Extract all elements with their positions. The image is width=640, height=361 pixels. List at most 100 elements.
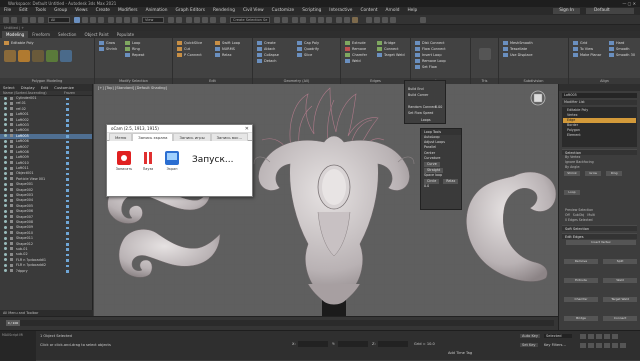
orbit-icon[interactable] — [612, 343, 618, 348]
edge-icon[interactable] — [18, 50, 30, 62]
unlink-icon[interactable] — [30, 17, 36, 23]
freeze-icon[interactable] — [66, 108, 69, 111]
freeze-icon[interactable] — [66, 167, 69, 171]
freeze-icon[interactable] — [66, 189, 69, 192]
z-coordinate-field[interactable] — [378, 341, 408, 347]
hard-button[interactable]: Hard — [609, 41, 624, 46]
chamfer-button[interactable]: Chamfer — [345, 53, 367, 58]
freeze-icon[interactable] — [66, 172, 69, 176]
axis-xy-icon[interactable] — [390, 17, 396, 23]
go-to-end-icon[interactable] — [612, 334, 618, 339]
scene-row[interactable]: ?dppry — [0, 269, 92, 274]
selection-filter-dropdown[interactable]: All — [48, 17, 70, 23]
stack-item[interactable]: Element — [563, 133, 636, 138]
repeat-button[interactable]: Repeat — [125, 53, 144, 58]
bridge-button[interactable]: Bridge — [377, 41, 395, 46]
freeze-icon[interactable] — [66, 226, 69, 230]
to-view-button[interactable]: To View — [573, 47, 593, 52]
insert-loop-button[interactable]: Insert Loop — [415, 53, 442, 58]
remove-button[interactable]: Remove — [345, 47, 366, 52]
build-end-item[interactable]: Build End — [408, 87, 424, 91]
visibility-icon[interactable] — [4, 231, 7, 235]
chamfer-button[interactable]: Chamfer — [564, 297, 598, 302]
shrink-button[interactable]: Shrink — [564, 171, 580, 176]
make-planar-button[interactable]: Make Planar — [573, 53, 601, 58]
tab-freeform[interactable]: Freeform — [28, 31, 54, 38]
use-displace-button[interactable]: Use Displace — [503, 53, 533, 58]
tab-modeling[interactable]: Modeling — [2, 31, 29, 38]
schematic-view-icon[interactable] — [318, 17, 324, 23]
preview-subobj-radio[interactable]: SubObj — [573, 213, 585, 217]
smooth-button[interactable]: Smooth — [609, 47, 630, 52]
split-button[interactable]: Split — [603, 259, 638, 264]
mirror-icon[interactable] — [274, 17, 280, 23]
visibility-icon[interactable] — [4, 258, 7, 262]
visibility-icon[interactable] — [4, 118, 7, 122]
freeze-icon[interactable] — [66, 232, 69, 235]
remove-button[interactable]: Remove — [564, 259, 598, 264]
visibility-icon[interactable] — [4, 198, 7, 202]
freeze-icon[interactable] — [66, 205, 69, 208]
element-icon[interactable] — [60, 50, 72, 62]
snaps-toggle-icon[interactable] — [186, 17, 192, 23]
smooth30-button[interactable]: Smooth 30 — [609, 53, 635, 58]
menu-content[interactable]: Content — [356, 7, 381, 15]
visibility-icon[interactable] — [4, 269, 7, 272]
tab-display[interactable]: Display — [21, 85, 35, 90]
visibility-icon[interactable] — [4, 139, 7, 143]
command-panel-tabs[interactable] — [559, 84, 640, 91]
viewcube-icon[interactable] — [530, 90, 546, 106]
collapse-button[interactable]: Collapse — [257, 53, 279, 58]
undo-icon[interactable] — [3, 17, 9, 23]
preview-multi-radio[interactable]: Multi — [587, 213, 595, 217]
freeze-icon[interactable] — [66, 119, 69, 122]
zoom-icon[interactable] — [580, 343, 586, 348]
meshsmooth-button[interactable]: MeshSmooth — [503, 41, 533, 46]
spinner-snap-icon[interactable] — [210, 17, 216, 23]
rendered-frame-icon[interactable] — [344, 17, 350, 23]
visibility-icon[interactable] — [4, 145, 7, 149]
axis-y-icon[interactable] — [374, 17, 380, 23]
visibility-icon[interactable] — [4, 107, 7, 111]
freeze-icon[interactable] — [66, 151, 69, 154]
visibility-icon[interactable] — [4, 128, 7, 132]
quickslice-button[interactable]: QuickSlice — [177, 41, 202, 46]
project-folder-icon[interactable] — [420, 17, 426, 23]
select-by-name-icon[interactable] — [82, 17, 88, 23]
window-controls[interactable]: — ▢ ✕ — [622, 0, 636, 7]
visibility-icon[interactable] — [4, 112, 7, 116]
visibility-icon[interactable] — [4, 204, 7, 208]
screen-button[interactable]: Экран — [161, 151, 183, 171]
cut-button[interactable]: Cut — [177, 47, 190, 52]
build-corner-item[interactable]: Build Corner — [408, 93, 428, 97]
detach-button[interactable]: Detach — [257, 59, 277, 64]
menu-views[interactable]: Views — [71, 7, 91, 15]
play-icon[interactable] — [596, 334, 602, 339]
freeze-icon[interactable] — [66, 129, 69, 133]
menu-create[interactable]: Create — [92, 7, 114, 15]
tab-object-paint[interactable]: Object Paint — [80, 31, 112, 38]
render-setup-icon[interactable] — [336, 17, 342, 23]
freeze-icon[interactable] — [66, 259, 69, 262]
extrude-button[interactable]: Extrude — [564, 278, 598, 283]
visibility-icon[interactable] — [4, 252, 7, 256]
freeze-icon[interactable] — [66, 156, 69, 160]
weld-button[interactable]: Weld — [603, 278, 638, 283]
attach-button[interactable]: Attach — [257, 47, 275, 52]
move-icon[interactable] — [108, 17, 114, 23]
visibility-icon[interactable] — [4, 150, 7, 154]
rect-selection-icon[interactable] — [90, 17, 96, 23]
align-icon[interactable] — [282, 17, 288, 23]
keyboard-shortcut-icon[interactable] — [176, 17, 182, 23]
go-to-start-icon[interactable] — [580, 334, 586, 339]
tab-selection[interactable]: Selection — [54, 31, 80, 38]
menu-group[interactable]: Group — [50, 7, 71, 15]
freeze-icon[interactable] — [66, 97, 69, 100]
material-editor-icon[interactable] — [326, 17, 332, 23]
quadrify-button[interactable]: Quadrify — [297, 47, 319, 52]
curve-button[interactable]: Curve — [424, 161, 440, 167]
set-key-button[interactable]: Set Key — [520, 343, 538, 347]
next-frame-icon[interactable] — [604, 334, 610, 339]
viewport-label[interactable]: [+] [Top] [Standard] [Default Shading] — [98, 86, 167, 90]
menu-customize[interactable]: Customize — [268, 7, 299, 15]
